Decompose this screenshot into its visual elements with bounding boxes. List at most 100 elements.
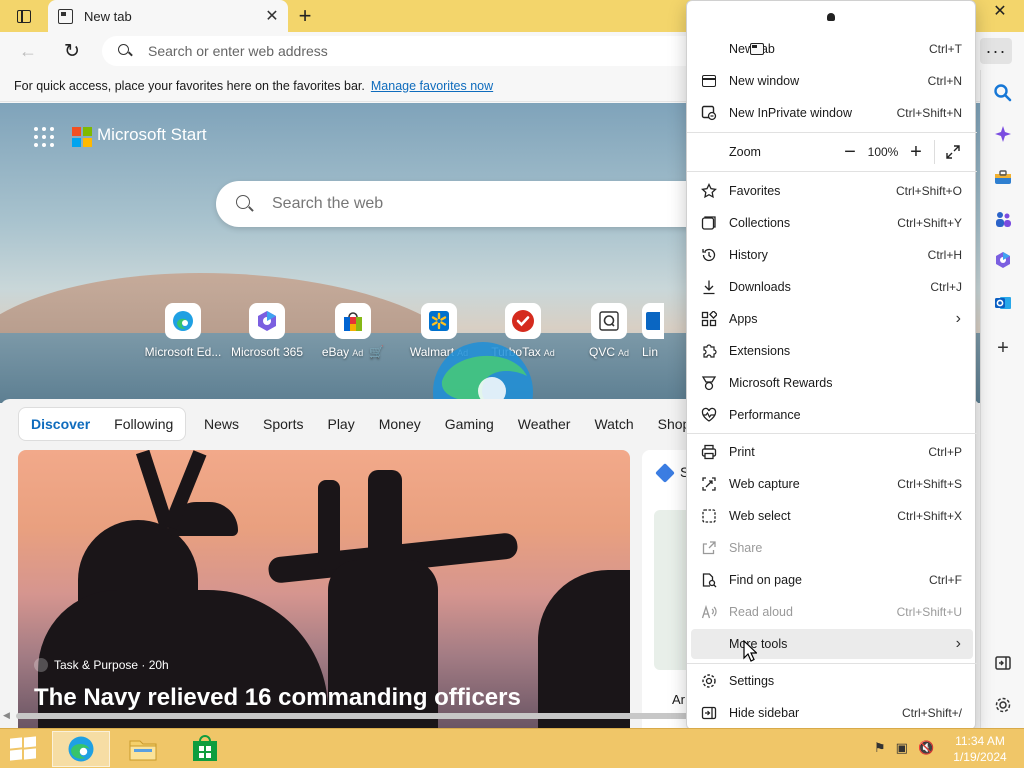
menu-item-find-on-page[interactable]: Find on page Ctrl+F <box>691 565 973 595</box>
sidebar-search-button[interactable] <box>990 80 1016 106</box>
menu-item-microsoft-rewards[interactable]: Microsoft Rewards <box>691 368 973 398</box>
scroll-left-icon[interactable]: ◀ <box>3 710 10 721</box>
quicklink-microsoft-365[interactable]: Microsoft 365 <box>224 303 310 359</box>
taskbar-store[interactable] <box>176 731 234 767</box>
fullscreen-button[interactable] <box>939 138 967 166</box>
checkmark-icon <box>512 310 534 332</box>
zoom-level: 100% <box>867 145 899 159</box>
web-select-icon <box>700 507 718 525</box>
menu-item-more-tools[interactable]: More tools › <box>691 629 973 659</box>
menu-item-favorites[interactable]: Favorites Ctrl+Shift+O <box>691 176 973 206</box>
taskbar: ⚑ ▣ 🔇 11:34 AM 1/19/2024 <box>0 728 1024 768</box>
refresh-button[interactable]: ↻ <box>58 38 86 64</box>
menu-item-settings[interactable]: Settings <box>691 666 973 696</box>
menu-item-web-capture[interactable]: Web capture Ctrl+Shift+S <box>691 469 973 499</box>
menu-item-extensions[interactable]: Extensions <box>691 336 973 366</box>
read-aloud-icon <box>700 603 718 621</box>
clock-time: 11:34 AM <box>955 734 1005 748</box>
menu-item-web-select[interactable]: Web select Ctrl+Shift+X <box>691 501 973 531</box>
start-button[interactable] <box>10 736 38 761</box>
rewards-medal-icon <box>700 374 718 392</box>
quicklink-microsoft-edge[interactable]: Microsoft Ed... <box>140 303 226 359</box>
address-bar[interactable] <box>102 36 702 66</box>
menu-item-apps[interactable]: Apps › <box>691 304 973 334</box>
menu-item-new-window[interactable]: New window Ctrl+N <box>691 66 973 96</box>
nav-news[interactable]: News <box>204 416 239 432</box>
menu-item-new-inprivate-window[interactable]: New InPrivate window Ctrl+Shift+N <box>691 98 973 128</box>
puzzle-piece-icon <box>700 342 718 360</box>
address-input[interactable] <box>148 43 648 59</box>
scrollbar-thumb[interactable] <box>16 713 696 719</box>
menu-item-performance[interactable]: Performance <box>691 400 973 430</box>
share-icon <box>700 539 718 557</box>
taskbar-file-explorer[interactable] <box>114 731 172 767</box>
network-icon[interactable]: ▣ <box>896 740 908 756</box>
more-icon: ··· <box>985 40 1007 61</box>
menu-item-read-aloud[interactable]: Read aloud Ctrl+Shift+U <box>691 597 973 627</box>
quicklink-label: Lin <box>642 345 659 359</box>
window-close-button[interactable]: ✕ <box>976 0 1024 22</box>
sidebar-shopping-button[interactable] <box>990 164 1016 190</box>
menu-item-downloads[interactable]: Downloads Ctrl+J <box>691 272 973 302</box>
manage-favorites-link[interactable]: Manage favorites now <box>371 79 493 93</box>
nav-play[interactable]: Play <box>327 416 354 432</box>
zoom-out-button[interactable]: − <box>836 138 864 166</box>
menu-item-print[interactable]: Print Ctrl+P <box>691 437 973 467</box>
quicklink-linkedin[interactable]: Lin <box>642 303 692 359</box>
taskbar-edge[interactable] <box>52 731 110 767</box>
app-launcher-icon[interactable] <box>34 127 54 147</box>
featured-article-card[interactable]: Task & Purpose · 20h The Navy relieved 1… <box>18 450 630 728</box>
web-search-box[interactable] <box>216 181 716 227</box>
brand-title[interactable]: Microsoft Start <box>97 125 207 145</box>
chevron-right-icon: › <box>955 310 961 327</box>
tab-actions-button[interactable] <box>10 4 38 28</box>
menu-item-share[interactable]: Share <box>691 533 973 563</box>
quicklink-ebay[interactable]: eBay Ad 🛒 <box>310 303 396 359</box>
sidebar-add-button[interactable]: + <box>990 335 1016 361</box>
zoom-controls: − 100% + <box>836 138 967 166</box>
menu-label: Web capture <box>729 477 800 491</box>
flag-icon[interactable]: ⚑ <box>874 740 886 756</box>
nav-money[interactable]: Money <box>379 416 421 432</box>
new-tab-button[interactable]: + <box>292 3 318 29</box>
tab-following[interactable]: Following <box>114 416 173 432</box>
tab-close-button[interactable]: ✕ <box>260 4 284 28</box>
menu-item-collections[interactable]: Collections Ctrl+Shift+Y <box>691 208 973 238</box>
ad-badge: Ad <box>352 348 364 358</box>
nav-weather[interactable]: Weather <box>518 416 571 432</box>
web-search-input[interactable] <box>272 195 672 213</box>
zoom-in-button[interactable]: + <box>902 138 930 166</box>
menu-label: Favorites <box>729 184 781 198</box>
sidebar-hide-button[interactable] <box>990 650 1016 676</box>
volume-muted-icon[interactable]: 🔇 <box>918 740 934 756</box>
menu-item-hide-sidebar[interactable]: Hide sidebar Ctrl+Shift+/ <box>691 698 973 728</box>
sidebar-settings-button[interactable] <box>990 692 1016 718</box>
settings-and-more-button[interactable]: ··· <box>980 38 1012 64</box>
nav-watch[interactable]: Watch <box>594 416 633 432</box>
qvc-icon <box>599 311 619 331</box>
sidebar-microsoft-365-button[interactable] <box>990 247 1016 273</box>
nav-gaming[interactable]: Gaming <box>445 416 494 432</box>
tab-discover[interactable]: Discover <box>31 416 90 432</box>
article-headline[interactable]: The Navy relieved 16 commanding officers <box>34 684 521 712</box>
tab-new-tab[interactable]: New tab ✕ <box>48 0 288 32</box>
settings-and-more-menu: New tab Ctrl+T New window Ctrl+N New InP… <box>686 0 977 730</box>
sidebar-outlook-button[interactable] <box>990 290 1016 316</box>
ad-badge: Ad <box>618 348 630 358</box>
back-button[interactable]: ← <box>14 38 42 64</box>
nav-sports[interactable]: Sports <box>263 416 303 432</box>
menu-item-history[interactable]: History Ctrl+H <box>691 240 973 270</box>
clock[interactable]: 11:34 AM 1/19/2024 <box>944 733 1016 765</box>
sidebar-games-button[interactable] <box>990 206 1016 232</box>
menu-item-new-tab[interactable]: New tab Ctrl+T <box>691 34 973 64</box>
fullscreen-icon <box>946 145 960 159</box>
quicklink-qvc[interactable]: QVC Ad <box>566 303 652 359</box>
sidebar-copilot-button[interactable] <box>990 121 1016 147</box>
menu-shortcut: Ctrl+P <box>928 445 962 459</box>
menu-shortcut: Ctrl+Shift+S <box>897 477 962 491</box>
edge-sidebar: + <box>980 70 1024 728</box>
quicklink-label: Microsoft Ed... <box>144 345 222 359</box>
menu-label: Apps <box>729 312 758 326</box>
people-icon <box>996 212 1011 227</box>
microsoft-365-icon <box>258 311 276 331</box>
